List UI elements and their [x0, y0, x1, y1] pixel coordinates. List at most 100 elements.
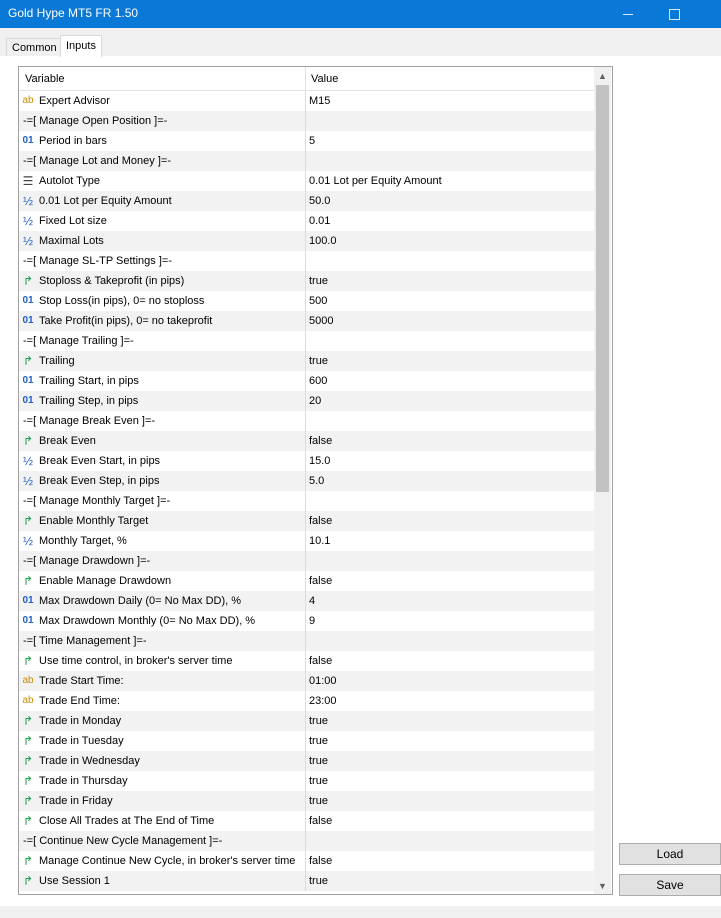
- scroll-thumb[interactable]: [596, 85, 609, 492]
- table-row[interactable]: ↱ Trade in Wednesday true: [19, 751, 594, 771]
- table-row[interactable]: ↱ Enable Manage Drawdown false: [19, 571, 594, 591]
- table-row[interactable]: ↱ Close All Trades at The End of Time fals…: [19, 811, 594, 831]
- column-header-variable[interactable]: Variable: [25, 73, 65, 85]
- table-row[interactable]: ↱ Use Session 1 true: [19, 871, 594, 891]
- variable-cell: 01 Max Drawdown Daily (0= No Max DD), %: [21, 591, 303, 611]
- table-row[interactable]: ☰ Autolot Type 0.01 Lot per Equity Amount: [19, 171, 594, 191]
- value-cell[interactable]: 0.01: [309, 211, 591, 231]
- value-cell[interactable]: true: [309, 711, 591, 731]
- table-row[interactable]: 01 Take Profit(in pips), 0= no takeprofit…: [19, 311, 594, 331]
- table-row[interactable]: ½ Fixed Lot size 0.01: [19, 211, 594, 231]
- value-cell[interactable]: false: [309, 511, 591, 531]
- value-cell[interactable]: 600: [309, 371, 591, 391]
- section-row[interactable]: -=[ Manage Lot and Money ]=-: [19, 151, 594, 171]
- value-cell[interactable]: false: [309, 811, 591, 831]
- table-row[interactable]: 01 Trailing Step, in pips 20: [19, 391, 594, 411]
- tab-inputs[interactable]: Inputs: [60, 35, 102, 57]
- variable-name: Enable Monthly Target: [39, 515, 149, 527]
- value-cell[interactable]: 23:00: [309, 691, 591, 711]
- maximize-button[interactable]: [651, 0, 697, 28]
- value-cell[interactable]: true: [309, 351, 591, 371]
- table-row[interactable]: ↱ Stoploss & Takeprofit (in pips) true: [19, 271, 594, 291]
- num-type-icon: 01: [22, 595, 34, 606]
- table-row[interactable]: ½ Break Even Start, in pips 15.0: [19, 451, 594, 471]
- value-cell[interactable]: true: [309, 791, 591, 811]
- table-row[interactable]: ab Trade Start Time: 01:00: [19, 671, 594, 691]
- value-cell[interactable]: 500: [309, 291, 591, 311]
- section-row[interactable]: -=[ Manage Open Position ]=-: [19, 111, 594, 131]
- vertical-scrollbar[interactable]: ▲ ▼: [594, 67, 611, 894]
- table-row[interactable]: 01 Period in bars 5: [19, 131, 594, 151]
- value-cell[interactable]: true: [309, 271, 591, 291]
- table-row[interactable]: 01 Stop Loss(in pips), 0= no stoploss 500: [19, 291, 594, 311]
- value-cell[interactable]: 10.1: [309, 531, 591, 551]
- num-type-icon: 01: [22, 315, 34, 326]
- value-cell[interactable]: 100.0: [309, 231, 591, 251]
- variable-name: Fixed Lot size: [39, 215, 107, 227]
- value-cell[interactable]: true: [309, 731, 591, 751]
- value-cell[interactable]: 20: [309, 391, 591, 411]
- value-cell[interactable]: false: [309, 571, 591, 591]
- variable-name: Trade in Thursday: [39, 775, 128, 787]
- table-row[interactable]: ab Trade End Time: 23:00: [19, 691, 594, 711]
- table-row[interactable]: 01 Trailing Start, in pips 600: [19, 371, 594, 391]
- table-row[interactable]: ½ Break Even Step, in pips 5.0: [19, 471, 594, 491]
- value-cell[interactable]: false: [309, 851, 591, 871]
- table-row[interactable]: ½ Maximal Lots 100.0: [19, 231, 594, 251]
- cell-separator: [305, 851, 306, 871]
- scroll-up-icon[interactable]: ▲: [594, 67, 611, 84]
- value-cell[interactable]: M15: [309, 91, 591, 111]
- value-cell[interactable]: 5: [309, 131, 591, 151]
- tab-common[interactable]: Common: [6, 38, 63, 57]
- section-row[interactable]: -=[ Manage Trailing ]=-: [19, 331, 594, 351]
- table-row[interactable]: ab Expert Advisor M15: [19, 91, 594, 111]
- column-header-value[interactable]: Value: [311, 73, 338, 85]
- value-cell[interactable]: true: [309, 871, 591, 891]
- section-row[interactable]: -=[ Manage SL-TP Settings ]=-: [19, 251, 594, 271]
- table-row[interactable]: ↱ Break Even false: [19, 431, 594, 451]
- value-cell[interactable]: false: [309, 431, 591, 451]
- num-type-icon: 01: [22, 295, 34, 306]
- table-row[interactable]: ↱ Trade in Monday true: [19, 711, 594, 731]
- minimize-button[interactable]: [605, 0, 651, 28]
- value-cell[interactable]: 0.01 Lot per Equity Amount: [309, 171, 591, 191]
- scroll-down-icon[interactable]: ▼: [594, 877, 611, 894]
- value-cell[interactable]: 9: [309, 611, 591, 631]
- bool-type-icon: ↱: [22, 774, 34, 788]
- table-row[interactable]: ½ 0.01 Lot per Equity Amount 50.0: [19, 191, 594, 211]
- value-cell[interactable]: 5000: [309, 311, 591, 331]
- value-cell[interactable]: 15.0: [309, 451, 591, 471]
- table-row[interactable]: 01 Max Drawdown Daily (0= No Max DD), % 4: [19, 591, 594, 611]
- value-cell[interactable]: 5.0: [309, 471, 591, 491]
- cell-separator: [305, 871, 306, 891]
- table-row[interactable]: ↱ Trade in Tuesday true: [19, 731, 594, 751]
- table-row[interactable]: ↱ Manage Continue New Cycle, in broker's …: [19, 851, 594, 871]
- value-cell[interactable]: 4: [309, 591, 591, 611]
- value-cell[interactable]: 01:00: [309, 671, 591, 691]
- table-row[interactable]: ↱ Trade in Friday true: [19, 791, 594, 811]
- table-row[interactable]: ↱ Enable Monthly Target false: [19, 511, 594, 531]
- table-row[interactable]: ½ Monthly Target, % 10.1: [19, 531, 594, 551]
- table-row[interactable]: ↱ Use time control, in broker's server ti…: [19, 651, 594, 671]
- load-button[interactable]: Load: [619, 843, 721, 865]
- section-row[interactable]: -=[ Manage Drawdown ]=-: [19, 551, 594, 571]
- variable-cell: ↱ Trade in Tuesday: [21, 731, 303, 751]
- section-row[interactable]: -=[ Manage Break Even ]=-: [19, 411, 594, 431]
- variable-name: -=[ Manage Monthly Target ]=-: [23, 495, 171, 507]
- inputs-grid: Variable Value ab Expert Advisor M15 -=[ Ma…: [18, 66, 613, 895]
- section-row[interactable]: -=[ Time Management ]=-: [19, 631, 594, 651]
- value-cell[interactable]: true: [309, 751, 591, 771]
- table-row[interactable]: ↱ Trade in Thursday true: [19, 771, 594, 791]
- value-cell[interactable]: false: [309, 651, 591, 671]
- cell-separator: [305, 391, 306, 411]
- table-row[interactable]: 01 Max Drawdown Monthly (0= No Max DD), %…: [19, 611, 594, 631]
- list-type-icon: ☰: [22, 174, 34, 188]
- variable-cell: 01 Take Profit(in pips), 0= no takeprofit: [21, 311, 303, 331]
- column-separator[interactable]: [305, 67, 306, 90]
- table-row[interactable]: ↱ Trailing true: [19, 351, 594, 371]
- value-cell[interactable]: 50.0: [309, 191, 591, 211]
- save-button[interactable]: Save: [619, 874, 721, 896]
- value-cell[interactable]: true: [309, 771, 591, 791]
- section-row[interactable]: -=[ Continue New Cycle Management ]=-: [19, 831, 594, 851]
- section-row[interactable]: -=[ Manage Monthly Target ]=-: [19, 491, 594, 511]
